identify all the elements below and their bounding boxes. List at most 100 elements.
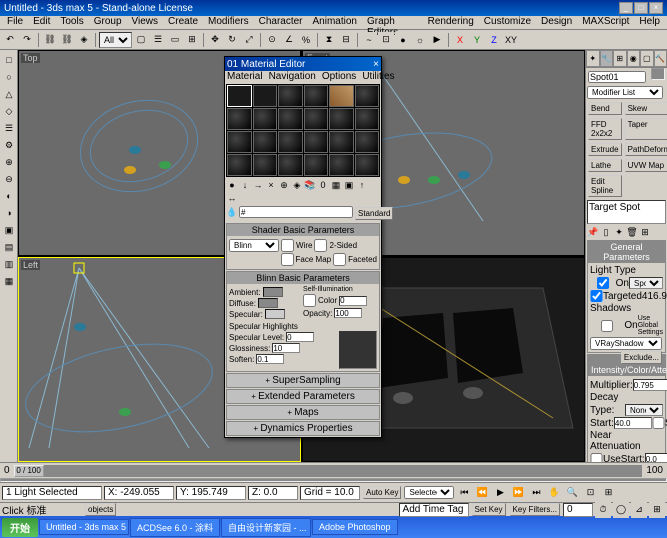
mod-bend[interactable]: Bend bbox=[588, 102, 622, 115]
axis-z-button[interactable]: Z bbox=[486, 32, 502, 48]
menu-graph-editors[interactable]: Graph Editors bbox=[362, 16, 423, 29]
redo-button[interactable]: ↷ bbox=[19, 32, 35, 48]
maps-rollout[interactable]: + Maps bbox=[226, 405, 380, 420]
material-editor-button[interactable]: ● bbox=[395, 32, 411, 48]
mat-menu-material[interactable]: Material bbox=[227, 71, 263, 83]
menu-file[interactable]: File bbox=[2, 16, 28, 29]
modifier-stack[interactable]: Target Spot bbox=[587, 200, 666, 224]
time-config-button[interactable]: ⏱ bbox=[595, 502, 611, 518]
move-button[interactable]: ✥ bbox=[207, 32, 223, 48]
mat-slot-18[interactable] bbox=[355, 131, 380, 153]
decay-show-checkbox[interactable] bbox=[652, 417, 665, 429]
close-button[interactable]: × bbox=[649, 2, 663, 14]
go-parent-button[interactable]: ↑ bbox=[356, 179, 368, 191]
mat-slot-5[interactable] bbox=[329, 85, 354, 107]
supersampling-rollout[interactable]: + SuperSampling bbox=[226, 373, 380, 388]
zoom-button[interactable]: 🔍 bbox=[564, 485, 580, 501]
object-name-field[interactable] bbox=[588, 71, 646, 83]
keymode-select[interactable]: Selected bbox=[404, 486, 454, 499]
reactor-btn-7[interactable]: ⊕ bbox=[1, 154, 17, 170]
mod-pathdeform[interactable]: PathDeform bbox=[625, 143, 667, 156]
menu-rendering[interactable]: Rendering bbox=[423, 16, 479, 29]
axis-x-button[interactable]: X bbox=[452, 32, 468, 48]
utilities-tab[interactable]: 🔨 bbox=[654, 50, 667, 67]
taskbar-item-photoshop[interactable]: Adobe Photoshop bbox=[312, 519, 398, 535]
mat-slot-16[interactable] bbox=[304, 131, 329, 153]
taskbar-item-3dsmax[interactable]: Untitled - 3ds max 5 - St... bbox=[39, 519, 129, 535]
reset-material-button[interactable]: × bbox=[265, 179, 277, 191]
mat-slot-11[interactable] bbox=[329, 108, 354, 130]
pan-view-button[interactable]: ✋ bbox=[546, 485, 562, 501]
face-map-checkbox[interactable] bbox=[281, 253, 294, 266]
mod-lathe[interactable]: Lathe bbox=[588, 159, 622, 172]
put-library-button[interactable]: 📚 bbox=[304, 179, 316, 191]
near-use-checkbox[interactable] bbox=[590, 453, 603, 462]
maximize-button[interactable]: □ bbox=[634, 2, 648, 14]
menu-animation[interactable]: Animation bbox=[308, 16, 362, 29]
max-viewport-button[interactable]: ⊞ bbox=[600, 485, 616, 501]
prev-frame-button[interactable]: ⏪ bbox=[474, 485, 490, 501]
mat-slot-4[interactable] bbox=[304, 85, 329, 107]
percent-snap-button[interactable]: % bbox=[298, 32, 314, 48]
selection-filter-dropdown[interactable]: All bbox=[99, 32, 132, 48]
reactor-btn-8[interactable]: ⊖ bbox=[1, 171, 17, 187]
mat-slot-6[interactable] bbox=[355, 85, 380, 107]
material-name-field[interactable] bbox=[239, 206, 353, 218]
display-tab[interactable]: ▢ bbox=[640, 50, 654, 67]
two-sided-checkbox[interactable] bbox=[314, 239, 327, 252]
time-slider-thumb[interactable]: 0 / 100 bbox=[14, 465, 44, 477]
mat-slot-3[interactable] bbox=[278, 85, 303, 107]
select-name-button[interactable]: ☰ bbox=[150, 32, 166, 48]
mirror-button[interactable]: ⧗ bbox=[321, 32, 337, 48]
snap-button[interactable]: ⊙ bbox=[264, 32, 280, 48]
mod-ffd[interactable]: FFD 2x2x2 bbox=[588, 118, 622, 140]
light-type-select[interactable]: Spot bbox=[629, 277, 663, 289]
dynamics-rollout[interactable]: + Dynamics Properties bbox=[226, 421, 380, 436]
create-tab[interactable]: ✦ bbox=[586, 50, 600, 67]
show-map-button[interactable]: ▦ bbox=[330, 179, 342, 191]
reactor-btn-4[interactable]: ◇ bbox=[1, 103, 17, 119]
modifier-list-dropdown[interactable]: Modifier List bbox=[587, 86, 663, 99]
bind-button[interactable]: ◈ bbox=[76, 32, 92, 48]
glossiness-spinner[interactable] bbox=[272, 343, 300, 353]
align-button[interactable]: ⊟ bbox=[338, 32, 354, 48]
minimize-button[interactable]: _ bbox=[619, 2, 633, 14]
specular-color-swatch[interactable] bbox=[265, 309, 285, 319]
blinn-basic-rollout[interactable]: Blinn Basic Parameters bbox=[227, 272, 379, 284]
rollout-general-params[interactable]: General Parameters bbox=[588, 241, 665, 263]
undo-button[interactable]: ↶ bbox=[2, 32, 18, 48]
decay-start-spinner[interactable] bbox=[614, 417, 652, 429]
pick-material-button[interactable]: 💧 bbox=[226, 206, 238, 218]
coords-y[interactable]: Y: 195.749 bbox=[176, 486, 246, 500]
curve-editor-button[interactable]: ~ bbox=[361, 32, 377, 48]
menu-help[interactable]: Help bbox=[634, 16, 665, 29]
make-unique-button[interactable]: ◈ bbox=[291, 179, 303, 191]
schematic-button[interactable]: ⊡ bbox=[378, 32, 394, 48]
mat-slot-21[interactable] bbox=[278, 154, 303, 176]
mat-slot-13[interactable] bbox=[227, 131, 252, 153]
key-filters-button[interactable]: Key Filters... bbox=[510, 503, 560, 516]
reactor-btn-14[interactable]: ▦ bbox=[1, 273, 17, 289]
mat-slot-17[interactable] bbox=[329, 131, 354, 153]
motion-tab[interactable]: ◉ bbox=[627, 50, 641, 67]
mat-slot-23[interactable] bbox=[329, 154, 354, 176]
shadow-type-select[interactable]: VRayShadow bbox=[590, 337, 662, 350]
quick-render-button[interactable]: ▶ bbox=[429, 32, 445, 48]
wire-checkbox[interactable] bbox=[281, 239, 294, 252]
material-type-button[interactable]: Standard bbox=[355, 207, 393, 220]
multiplier-spinner[interactable] bbox=[633, 379, 667, 391]
current-frame-field[interactable] bbox=[563, 503, 593, 517]
coords-z[interactable]: Z: 0.0 bbox=[248, 486, 298, 500]
menu-views[interactable]: Views bbox=[127, 16, 164, 29]
arc-rotate-button[interactable]: ◯ bbox=[613, 502, 629, 518]
mat-close-button[interactable]: × bbox=[373, 59, 379, 70]
min-max-button[interactable]: ⊞ bbox=[649, 502, 665, 518]
menu-customize[interactable]: Customize bbox=[479, 16, 536, 29]
mat-slot-8[interactable] bbox=[253, 108, 278, 130]
reactor-btn-12[interactable]: ▤ bbox=[1, 239, 17, 255]
exclude-button[interactable]: Exclude... bbox=[621, 351, 662, 364]
reactor-btn-3[interactable]: △ bbox=[1, 86, 17, 102]
self-illum-color-checkbox[interactable] bbox=[303, 294, 316, 307]
decay-type-select[interactable]: None bbox=[625, 404, 663, 416]
modstack-item[interactable]: Target Spot bbox=[589, 202, 640, 213]
